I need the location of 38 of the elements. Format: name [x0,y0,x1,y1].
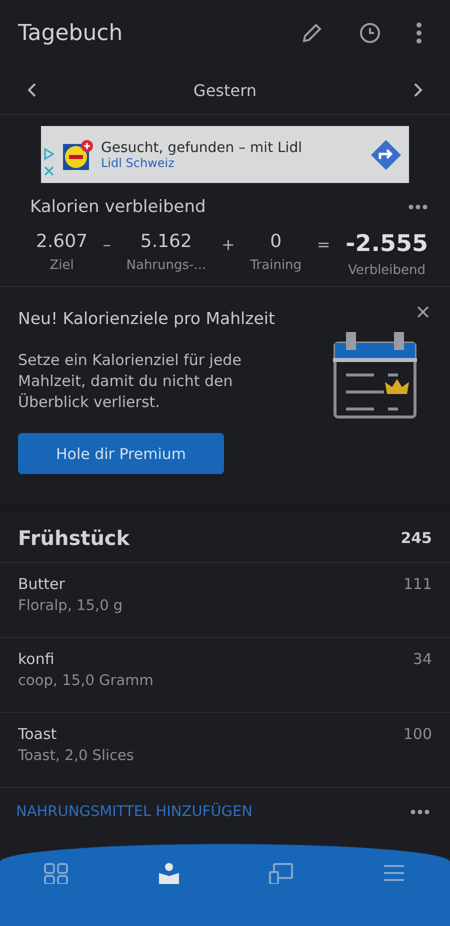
calorie-label: Training [250,258,302,273]
calorie-value: 0 [270,231,282,252]
more-icon[interactable] [416,22,422,44]
section-title: Kalorien verbleibend [30,197,206,217]
food-entry[interactable]: konfi coop, 15,0 Gramm 34 [0,638,450,713]
previous-icon[interactable] [26,82,38,98]
clock-icon[interactable] [358,21,382,45]
premium-button[interactable]: Hole dir Premium [18,433,224,474]
calorie-value: -2.555 [346,231,428,257]
directions-icon[interactable] [369,138,403,172]
date-label: Gestern [193,80,257,100]
advertiser-name: Lidl Schweiz [101,156,176,170]
page-title: Tagebuch [18,20,123,46]
more-icon[interactable] [410,809,430,815]
calorie-label: Verbleibend [348,263,426,278]
next-icon[interactable] [412,82,424,98]
operator-sign: + [221,234,235,254]
promo-text: Setze ein Kalorienziel für jede Mahlzeit, damit du nicht den Überblick verlierst. [18,350,242,413]
grid-icon [43,862,70,884]
promo-title: Neu! Kalorienziele pro Mahlzeit [18,309,276,328]
pencil-icon[interactable] [300,21,324,45]
meal-title: Frühstück [18,526,130,550]
food-entry[interactable]: Toast Toast, 2,0 Slices 100 [0,713,450,788]
ad-headline: Gesucht, gefunden – mit Lidl [101,140,303,156]
operator-sign: = [316,234,330,254]
meal-total: 245 [400,529,432,547]
operator-sign: – [102,234,111,254]
more-icon[interactable] [408,204,428,210]
calorie-value: 5.162 [140,231,192,252]
logo-icon [63,140,93,170]
calendar-crown-icon [332,331,418,419]
calorie-value: 2.607 [36,231,88,252]
food-entry[interactable]: Butter Floralp, 15,0 g 111 [0,563,450,638]
calorie-label: Ziel [50,258,74,273]
ad-banner[interactable]: Gesucht, gefunden – mit Lidl Lidl Schweiz [41,126,409,183]
calorie-label: Nahrungs-... [126,258,206,273]
close-icon[interactable] [416,305,430,319]
devices-icon [268,862,294,884]
